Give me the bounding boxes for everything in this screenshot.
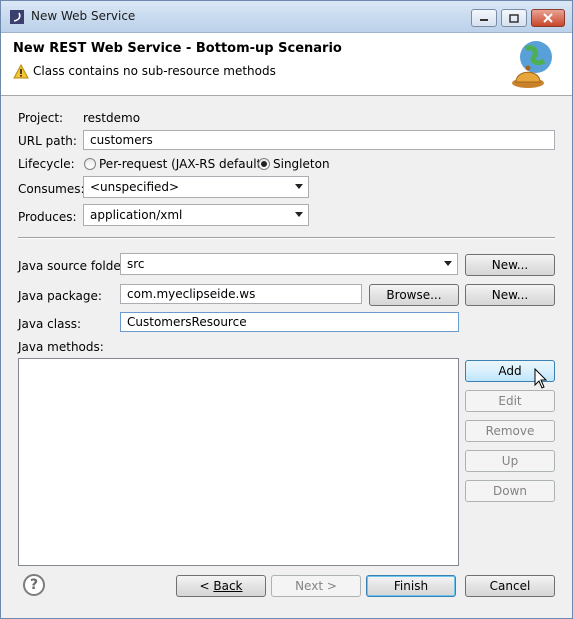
back-button[interactable]: < Back	[176, 575, 266, 597]
close-button[interactable]	[531, 9, 565, 27]
singleton-radio-label[interactable]: Singleton	[273, 157, 330, 171]
up-method-button[interactable]: Up	[465, 450, 555, 472]
cancel-button[interactable]: Cancel	[465, 575, 555, 597]
source-folder-combo[interactable]: src	[120, 253, 458, 275]
chevron-down-icon	[295, 212, 303, 217]
source-folder-value: src	[127, 257, 145, 271]
minimize-icon	[480, 19, 488, 21]
chevron-down-icon	[444, 261, 452, 266]
close-icon	[543, 13, 553, 23]
wizard-message: Class contains no sub-resource methods	[33, 64, 276, 78]
java-methods-list[interactable]	[18, 358, 459, 566]
eclipse-icon	[10, 10, 24, 24]
per-request-radio[interactable]	[84, 158, 96, 170]
java-package-label: Java package:	[18, 289, 102, 303]
url-path-label: URL path:	[18, 134, 77, 148]
java-class-input[interactable]: CustomersResource	[120, 312, 459, 332]
consumes-label: Consumes:	[18, 182, 85, 196]
source-folder-label: Java source folder:	[18, 259, 130, 273]
browse-package-button[interactable]: Browse...	[369, 284, 459, 306]
new-source-folder-button[interactable]: New...	[465, 254, 555, 276]
maximize-icon	[509, 13, 519, 23]
minimize-button[interactable]	[471, 9, 497, 27]
per-request-radio-label[interactable]: Per-request (JAX-RS default)	[99, 157, 266, 171]
down-method-button[interactable]: Down	[465, 480, 555, 502]
produces-value: application/xml	[90, 208, 183, 222]
url-path-input[interactable]: customers	[83, 130, 555, 150]
finish-button[interactable]: Finish	[366, 575, 456, 597]
lifecycle-label: Lifecycle:	[18, 157, 75, 171]
chevron-down-icon	[295, 184, 303, 189]
window-title: New Web Service	[31, 9, 136, 23]
separator	[18, 237, 555, 239]
next-button[interactable]: Next >	[271, 575, 361, 597]
web-service-globe-bell-icon	[512, 41, 552, 88]
project-value: restdemo	[83, 111, 141, 125]
java-methods-label: Java methods:	[18, 340, 104, 354]
maximize-button[interactable]	[501, 9, 527, 27]
java-package-input[interactable]: com.myeclipseide.ws	[120, 284, 362, 304]
wizard-title: New REST Web Service - Bottom-up Scenari…	[13, 41, 342, 56]
mouse-cursor-icon	[534, 368, 548, 389]
help-icon[interactable]: ?	[23, 574, 45, 596]
wizard-header: New REST Web Service - Bottom-up Scenari…	[1, 33, 572, 96]
back-label: Back	[213, 579, 243, 593]
warning-icon	[13, 64, 29, 79]
consumes-value: <unspecified>	[90, 180, 180, 194]
produces-combo[interactable]: application/xml	[83, 204, 309, 226]
remove-method-button[interactable]: Remove	[465, 420, 555, 442]
singleton-radio[interactable]	[258, 158, 270, 170]
produces-label: Produces:	[18, 210, 77, 224]
dialog-window: New Web Service New REST Web Service - B…	[0, 0, 573, 619]
java-class-label: Java class:	[18, 317, 81, 331]
project-label: Project:	[18, 111, 64, 125]
new-package-button[interactable]: New...	[465, 284, 555, 306]
consumes-combo[interactable]: <unspecified>	[83, 176, 309, 198]
radio-selected-dot	[261, 161, 267, 167]
title-bar[interactable]: New Web Service	[1, 1, 572, 33]
edit-method-button[interactable]: Edit	[465, 390, 555, 412]
